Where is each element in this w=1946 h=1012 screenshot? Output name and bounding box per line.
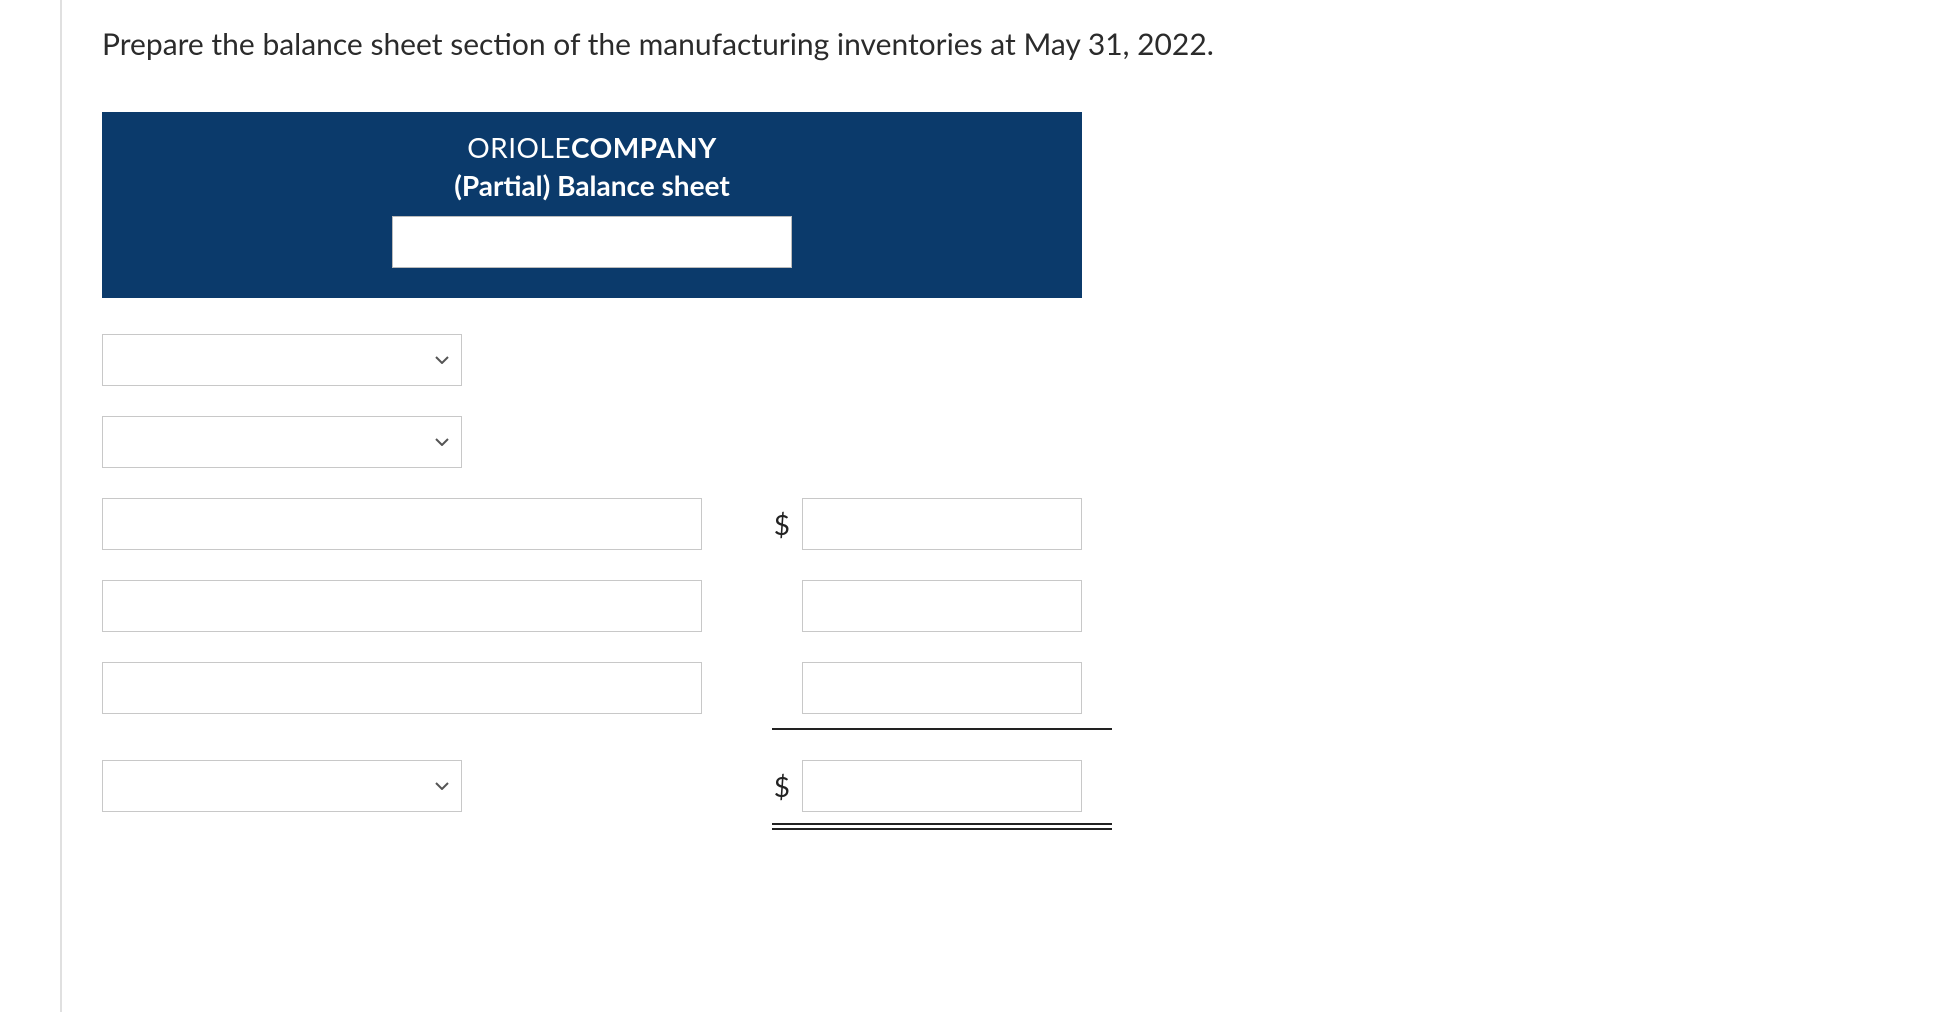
section-select-row-2 [102,416,1082,468]
dollar-sign: $ [750,507,790,541]
line-item-amount-1[interactable] [802,498,1082,550]
subtotal-rule [772,728,1112,730]
total-label-select[interactable] [102,760,462,812]
line-item-amount-3[interactable] [802,662,1082,714]
section-select-1[interactable] [102,334,462,386]
page-container: Prepare the balance sheet section of the… [60,0,1946,1012]
date-select[interactable] [392,216,792,268]
line-item-row-2 [102,580,1082,632]
sheet-subtitle: (Partial) Balance sheet [112,168,1072,202]
dollar-sign: $ [761,769,790,803]
total-amount[interactable] [802,760,1082,812]
sheet-header: ORIOLECOMPANY (Partial) Balance sheet [102,112,1082,298]
company-name-prefix: ORIOLE [467,130,571,164]
line-item-row-1: $ [102,498,1082,550]
line-item-label-3[interactable] [102,662,702,714]
company-name: ORIOLECOMPANY [112,130,1072,164]
line-item-label-1[interactable] [102,498,702,550]
company-name-suffix: COMPANY [571,130,717,164]
sheet-body: $ [102,334,1082,812]
balance-sheet: ORIOLECOMPANY (Partial) Balance sheet [102,112,1082,812]
instruction-text: Prepare the balance sheet section of the… [102,26,1946,62]
total-row: $ [102,760,1082,812]
line-item-label-2[interactable] [102,580,702,632]
section-select-2[interactable] [102,416,462,468]
double-rule [772,820,1112,830]
section-select-row-1 [102,334,1082,386]
line-item-amount-2[interactable] [802,580,1082,632]
line-item-row-3 [102,662,1082,714]
